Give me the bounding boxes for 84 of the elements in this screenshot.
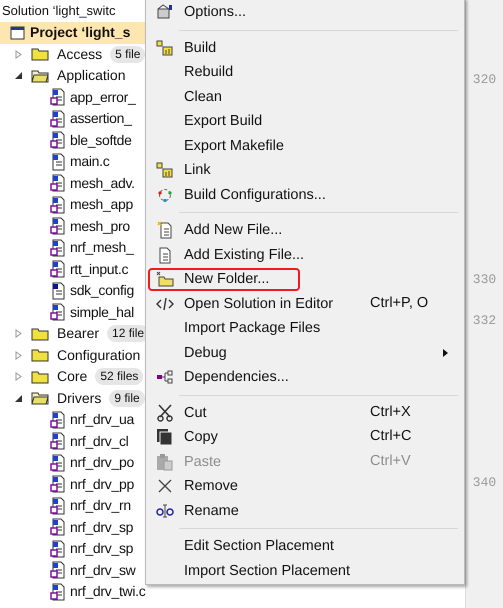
tree-item[interactable]: Configuration <box>57 344 140 366</box>
line-number: 330 <box>472 270 496 288</box>
expand-arrow-icon[interactable] <box>15 350 23 360</box>
menu-item[interactable]: Export Build <box>183 109 464 134</box>
tree-item[interactable]: mesh_pro <box>70 216 130 237</box>
dependencies-icon <box>156 370 174 384</box>
line-number: 332 <box>472 312 496 330</box>
expand-arrow-icon[interactable] <box>15 329 23 338</box>
submenu-arrow-icon <box>443 348 448 357</box>
tree-item[interactable]: nrf_drv_ua <box>70 409 134 430</box>
expand-arrow-icon[interactable] <box>15 50 23 59</box>
menu-item[interactable]: New Folder... <box>183 267 464 292</box>
menu-item[interactable]: Remove <box>183 474 464 498</box>
build-icon <box>156 40 174 56</box>
file-icon <box>156 246 172 264</box>
code-icon <box>156 296 174 311</box>
tree-item[interactable]: main.c <box>70 151 110 172</box>
menu-item[interactable]: Build <box>183 36 464 60</box>
selected-tree-item[interactable]: Project ‘light_s <box>0 22 147 44</box>
tree-item[interactable]: nrf_drv_pp <box>70 474 134 495</box>
new-file-icon <box>156 221 172 240</box>
tree-item[interactable]: nrf_mesh_ <box>70 237 134 258</box>
tree-item[interactable]: assertion_ <box>70 108 132 130</box>
menu-item[interactable]: Import Section Placement <box>183 558 464 583</box>
collapse-arrow-icon[interactable] <box>15 71 23 80</box>
tree-item[interactable]: app_error_ <box>70 86 136 108</box>
tree-item[interactable]: Bearer <box>57 323 100 344</box>
tree-item[interactable]: nrf_drv_cl <box>70 430 128 452</box>
tree-item[interactable]: mesh_app <box>70 194 133 216</box>
tree-item[interactable]: rtt_input.c <box>70 258 128 280</box>
menu-item[interactable]: Cut Ctrl+X <box>183 400 464 425</box>
menu-item[interactable]: Clean <box>183 84 464 109</box>
tree-item[interactable]: simple_hal <box>70 302 134 323</box>
menu-item[interactable]: Link <box>183 158 464 182</box>
menu-item[interactable]: Rename <box>183 498 464 523</box>
tree-item[interactable]: Access <box>57 44 102 65</box>
folder-icon <box>31 68 49 83</box>
line-number: 340 <box>472 474 496 492</box>
file-count-badge: 5 file <box>110 46 146 63</box>
menu-item[interactable]: Edit Section Placement <box>183 534 464 558</box>
menu-item[interactable]: Open Solution in Editor Ctrl+P, O <box>183 292 464 316</box>
tree-item[interactable]: Solution ‘light_switc <box>2 4 116 18</box>
menu-item[interactable]: Options... <box>183 0 464 24</box>
collapse-arrow-icon[interactable] <box>15 394 23 403</box>
cycle-icon <box>156 186 172 203</box>
cut-icon <box>156 404 172 422</box>
copy-icon <box>156 428 174 446</box>
expand-arrow-icon[interactable] <box>15 372 23 382</box>
tree-item[interactable]: nrf_drv_sp <box>70 538 134 560</box>
new-folder-icon <box>156 271 174 288</box>
file-count-badge: 9 file <box>109 390 145 407</box>
tree-item[interactable]: Drivers <box>57 388 102 409</box>
build-icon <box>156 162 174 178</box>
tree-item[interactable]: ble_softde <box>70 130 132 151</box>
folder-icon <box>31 326 49 341</box>
tree-item[interactable]: nrf_drv_rn <box>70 495 131 516</box>
folder-icon <box>31 348 49 362</box>
menu-item[interactable]: Copy Ctrl+C <box>183 425 464 450</box>
tree-item[interactable]: sdk_config <box>70 280 134 302</box>
folder-icon <box>31 391 49 406</box>
line-number: 320 <box>472 71 496 89</box>
paste-icon <box>156 452 174 471</box>
tree-item[interactable]: Application <box>57 65 126 86</box>
tree-item[interactable]: nrf_drv_sw <box>70 560 136 581</box>
menu-item[interactable]: Export Makefile <box>183 134 464 158</box>
menu-item[interactable]: Dependencies... <box>183 365 464 390</box>
folder-icon <box>31 47 49 62</box>
tree-item[interactable]: nrf_drv_sp <box>70 516 134 538</box>
menu-item[interactable]: Add New File... <box>183 218 464 242</box>
tree-item[interactable]: Core <box>57 366 88 388</box>
tree-item[interactable]: nrf_drv_po <box>70 452 134 474</box>
close-icon <box>156 478 172 494</box>
project-icon <box>10 26 25 40</box>
settings-icon <box>156 4 174 20</box>
file-count-badge: 52 files <box>95 368 144 386</box>
menu-item[interactable]: Debug <box>183 340 464 365</box>
menu-item[interactable]: Import Package Files <box>183 316 464 340</box>
menu-item[interactable]: Build Configurations... <box>183 182 464 207</box>
menu-item[interactable]: Add Existing File... <box>183 242 464 267</box>
rename-icon <box>154 504 174 518</box>
menu-item[interactable]: Rebuild <box>183 60 464 84</box>
folder-icon <box>31 370 49 384</box>
tree-item[interactable]: nrf_drv_twi.c <box>70 581 146 602</box>
tree-item[interactable]: mesh_adv. <box>70 172 135 194</box>
